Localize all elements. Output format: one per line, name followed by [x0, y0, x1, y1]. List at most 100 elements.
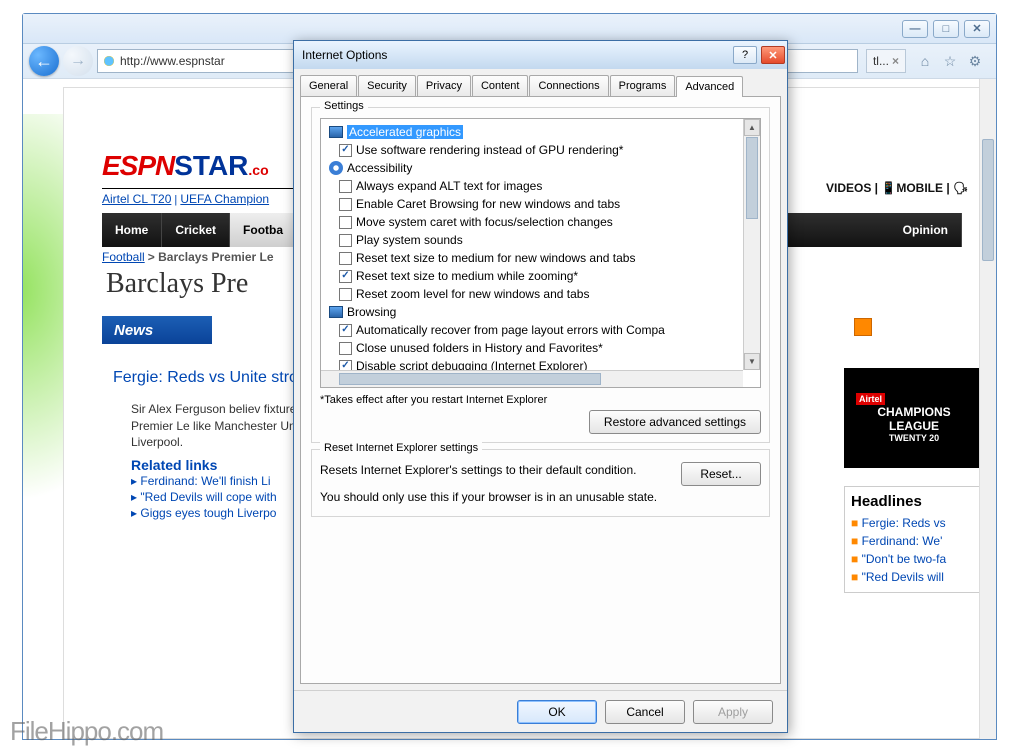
tab-connections[interactable]: Connections [529, 75, 608, 96]
headline-item[interactable]: "Don't be two-fa [851, 550, 977, 568]
opt-label: Play system sounds [356, 231, 463, 249]
opt-caret-browsing[interactable]: Enable Caret Browsing for new windows an… [323, 195, 758, 213]
tree-vscrollbar[interactable]: ▲▼ [743, 119, 760, 370]
checkbox-icon[interactable] [339, 288, 352, 301]
ad-line: TWENTY 20 [889, 433, 939, 443]
opt-close-folders[interactable]: Close unused folders in History and Favo… [323, 339, 758, 357]
display-icon [329, 126, 343, 138]
cat-accelerated-graphics[interactable]: Accelerated graphics [323, 123, 758, 141]
checkbox-icon[interactable] [339, 216, 352, 229]
opt-system-sounds[interactable]: Play system sounds [323, 231, 758, 249]
opt-reset-text-zoom[interactable]: ✓ Reset text size to medium while zooming… [323, 267, 758, 285]
opt-reset-zoom[interactable]: Reset zoom level for new windows and tab… [323, 285, 758, 303]
checkbox-icon[interactable]: ✓ [339, 324, 352, 337]
ad-sponsor: Airtel [856, 393, 885, 405]
tab-security[interactable]: Security [358, 75, 416, 96]
checkbox-icon[interactable] [339, 342, 352, 355]
cat-browsing[interactable]: Browsing [323, 303, 758, 321]
headline-item[interactable]: "Red Devils will [851, 568, 977, 586]
headlines-box: Headlines Fergie: Reds vs Ferdinand: We'… [844, 486, 984, 593]
opt-auto-recover[interactable]: ✓Automatically recover from page layout … [323, 321, 758, 339]
close-window-button[interactable]: ✕ [964, 20, 990, 38]
cat-accessibility[interactable]: Accessibility [323, 159, 758, 177]
browser-tab[interactable]: tl... × [866, 49, 906, 73]
settings-tree[interactable]: Accelerated graphics ✓Use software rende… [320, 118, 761, 388]
checkbox-icon[interactable]: ✓ [339, 144, 352, 157]
apply-button[interactable]: Apply [693, 700, 773, 724]
opt-label: Move system caret with focus/selection c… [356, 213, 613, 231]
tab-advanced[interactable]: Advanced [676, 76, 743, 97]
tab-label: tl... [873, 54, 889, 68]
dialog-buttons: OK Cancel Apply [294, 690, 787, 732]
opt-label: Reset text size to medium while zooming* [356, 267, 578, 285]
checkbox-icon[interactable] [339, 180, 352, 193]
dialog-close-button[interactable]: ✕ [761, 46, 785, 64]
rss-icon[interactable] [854, 318, 872, 336]
checkbox-icon[interactable] [339, 234, 352, 247]
tab-general[interactable]: General [300, 75, 357, 96]
dialog-title: Internet Options [302, 48, 731, 62]
tab-privacy[interactable]: Privacy [417, 75, 471, 96]
ad-champions-league[interactable]: Airtel CHAMPIONS LEAGUE TWENTY 20 [844, 368, 984, 468]
headline-item[interactable]: Ferdinand: We' [851, 532, 977, 550]
crumb-football[interactable]: Football [102, 250, 145, 264]
tab-programs[interactable]: Programs [610, 75, 676, 96]
favorites-icon[interactable]: ☆ [941, 52, 959, 70]
forward-button[interactable]: → [63, 46, 93, 76]
videos-link[interactable]: VIDEOS | [826, 181, 878, 195]
restart-note: *Takes effect after you restart Internet… [320, 394, 761, 406]
newsbar-link[interactable]: Barclays Premier Le [879, 322, 994, 336]
cat-label: Accessibility [347, 161, 412, 175]
dialog-tabs: General Security Privacy Content Connect… [294, 69, 787, 96]
opt-software-rendering[interactable]: ✓Use software rendering instead of GPU r… [323, 141, 758, 159]
tools-icon[interactable]: ⚙ [966, 52, 984, 70]
headline-item[interactable]: Fergie: Reds vs [851, 514, 977, 532]
display-icon [329, 306, 343, 318]
reset-description: Resets Internet Explorer's settings to t… [320, 462, 669, 479]
restore-advanced-button[interactable]: Restore advanced settings [589, 410, 761, 434]
tree-hscrollbar[interactable] [321, 370, 743, 387]
headlines-title: Headlines [851, 493, 977, 510]
ad-line: CHAMPIONS [877, 405, 950, 419]
page-title: Barclays Pre [106, 268, 248, 300]
dialog-help-button[interactable]: ? [733, 46, 757, 64]
checkbox-icon[interactable]: ✓ [339, 270, 352, 283]
nav-opinion[interactable]: Opinion [890, 213, 962, 247]
dialog-panel: Settings Accelerated graphics ✓Use softw… [300, 96, 781, 684]
link-airtel[interactable]: Airtel CL T20 [102, 192, 171, 206]
dialog-titlebar: Internet Options ? ✕ [294, 41, 787, 69]
settings-group: Settings Accelerated graphics ✓Use softw… [311, 107, 770, 443]
back-button[interactable]: ← [29, 46, 59, 76]
tab-close-icon[interactable]: × [892, 54, 899, 68]
opt-label: Reset zoom level for new windows and tab… [356, 285, 589, 303]
home-icon[interactable]: ⌂ [916, 52, 934, 70]
nav-football[interactable]: Footba [230, 213, 297, 247]
right-column: Airtel CHAMPIONS LEAGUE TWENTY 20 Headli… [844, 368, 984, 593]
viewport-scrollbar[interactable] [979, 79, 996, 739]
site-logo: ESPNSTAR.co [102, 150, 269, 182]
watermark: FileHippo.com [10, 716, 163, 747]
maximize-button[interactable]: □ [933, 20, 959, 38]
logo-star: STAR [174, 150, 248, 181]
top-links: VIDEOS | 📱MOBILE | 🗣 [826, 181, 968, 195]
checkbox-icon[interactable] [339, 198, 352, 211]
opt-system-caret[interactable]: Move system caret with focus/selection c… [323, 213, 758, 231]
reset-button[interactable]: Reset... [681, 462, 761, 486]
cat-label: Accelerated graphics [347, 125, 463, 139]
checkbox-icon[interactable] [339, 252, 352, 265]
ad-line: LEAGUE [889, 419, 939, 433]
link-uefa[interactable]: UEFA Champion [180, 192, 269, 206]
nav-cricket[interactable]: Cricket [162, 213, 230, 247]
minimize-button[interactable]: — [902, 20, 928, 38]
ok-button[interactable]: OK [517, 700, 597, 724]
tab-content[interactable]: Content [472, 75, 529, 96]
settings-legend: Settings [320, 100, 368, 112]
nav-home[interactable]: Home [102, 213, 162, 247]
opt-reset-text-new[interactable]: Reset text size to medium for new window… [323, 249, 758, 267]
opt-alt-text[interactable]: Always expand ALT text for images [323, 177, 758, 195]
news-label: News [102, 316, 212, 344]
cancel-button[interactable]: Cancel [605, 700, 685, 724]
cat-label: Browsing [347, 305, 396, 319]
mobile-link[interactable]: 📱MOBILE | 🗣 [881, 181, 968, 195]
ie-icon [102, 54, 116, 68]
